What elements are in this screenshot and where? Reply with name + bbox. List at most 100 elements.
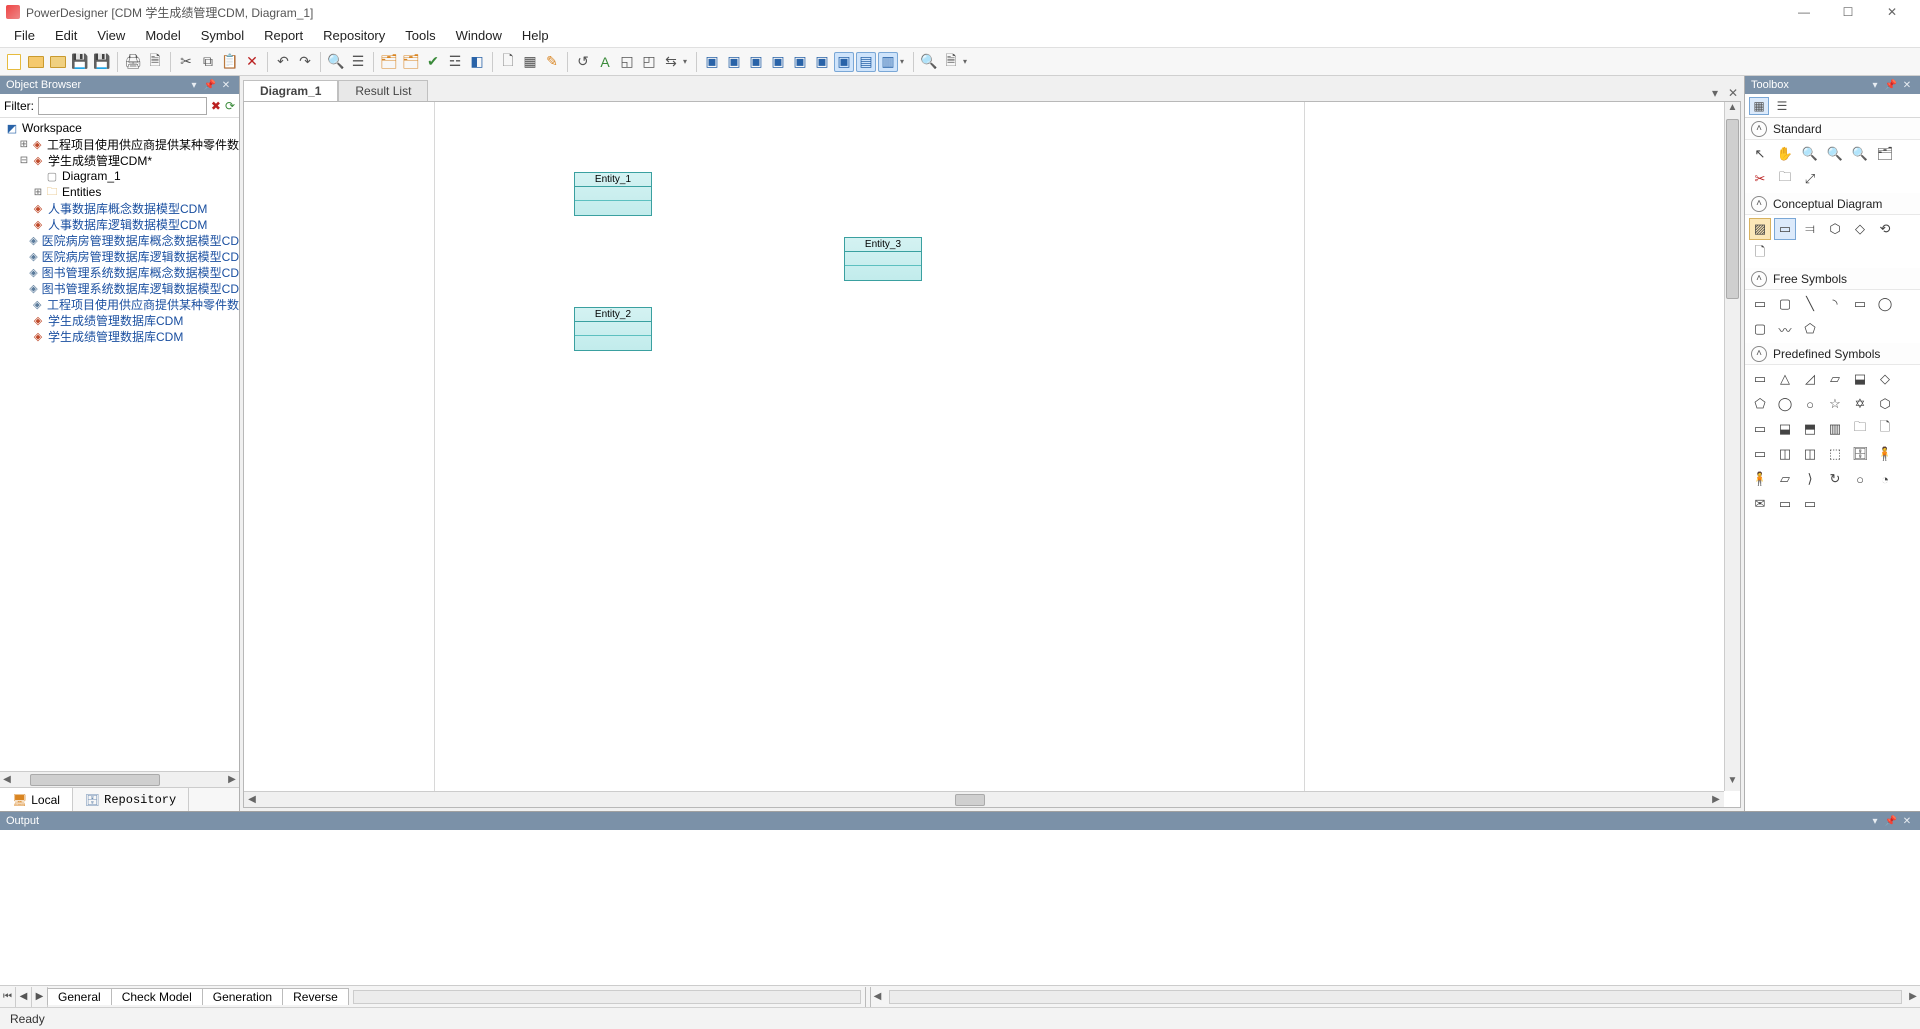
folder1-icon[interactable]: 🗂	[379, 52, 399, 72]
shape13-icon[interactable]: ▭	[1749, 418, 1771, 440]
section-conceptual-header[interactable]: ˄ Conceptual Diagram	[1745, 193, 1920, 215]
shape5-icon[interactable]: ⬓	[1849, 368, 1871, 390]
output-body[interactable]	[0, 830, 1920, 985]
first-tab-icon[interactable]: ⏮	[0, 987, 16, 1007]
list-icon[interactable]: ☲	[445, 52, 465, 72]
shape12-icon[interactable]: ⬡	[1874, 393, 1896, 415]
shape2-icon[interactable]: △	[1774, 368, 1796, 390]
to-front-icon[interactable]: ◰	[639, 52, 659, 72]
tree-item[interactable]: ▢Diagram_1	[0, 168, 239, 184]
panel-pin-icon[interactable]: 📌	[203, 78, 217, 92]
filter-clear-icon[interactable]: ✖	[211, 99, 221, 113]
rotate-icon[interactable]: ↺	[573, 52, 593, 72]
cut-icon[interactable]: ✂	[176, 52, 196, 72]
undo-icon[interactable]: ↶	[273, 52, 293, 72]
layout6-icon[interactable]: ▣	[812, 52, 832, 72]
tree[interactable]: ◩ Workspace ⊞◈工程项目使用供应商提供某种零件数⊟◈学生成绩管理CD…	[0, 118, 239, 771]
panel-close-icon[interactable]: ✕	[1900, 814, 1914, 828]
props-icon[interactable]: ☰	[348, 52, 368, 72]
mode-list-icon[interactable]: ☰	[1772, 97, 1792, 115]
shape11-icon[interactable]: ✡	[1849, 393, 1871, 415]
shape4-icon[interactable]: ▱	[1824, 368, 1846, 390]
folder2-icon[interactable]: 🗂	[401, 52, 421, 72]
tab-local[interactable]: 🖥 Local	[0, 788, 73, 811]
menu-file[interactable]: File	[4, 26, 45, 45]
file-tool-icon[interactable]: 🗋	[1749, 243, 1771, 265]
polyline-tool-icon[interactable]: 〰	[1774, 318, 1796, 340]
layout-dropdown[interactable]: ▾	[900, 57, 908, 66]
layout7-icon[interactable]: ▣	[834, 52, 854, 72]
shape7-icon[interactable]: ⬠	[1749, 393, 1771, 415]
prev-tab-icon[interactable]: ◀	[16, 987, 32, 1007]
tree-item[interactable]: ◈工程项目使用供应商提供某种零件数	[0, 296, 239, 312]
panel-close-icon[interactable]: ✕	[219, 78, 233, 92]
menu-edit[interactable]: Edit	[45, 26, 87, 45]
shape16-icon[interactable]: ▥	[1824, 418, 1846, 440]
tree-item[interactable]: ◈医院病房管理数据库逻辑数据模型CD	[0, 248, 239, 264]
new-icon[interactable]	[4, 52, 24, 72]
tree-item[interactable]: ◈图书管理系统数据库概念数据模型CD	[0, 264, 239, 280]
shape25-icon[interactable]: 🧍	[1749, 468, 1771, 490]
package-tool-icon[interactable]: 🗀	[1774, 168, 1796, 190]
zoom-out-tool-icon[interactable]: 🔍	[1824, 143, 1846, 165]
diagram-icon[interactable]: ◧	[467, 52, 487, 72]
entity-tool-icon[interactable]: ▭	[1774, 218, 1796, 240]
rounded-rect-tool-icon[interactable]: ▢	[1749, 318, 1771, 340]
copy-icon[interactable]: ⧉	[198, 52, 218, 72]
redo-icon[interactable]: ↷	[295, 52, 315, 72]
shape10-icon[interactable]: ☆	[1824, 393, 1846, 415]
layout2-icon[interactable]: ▣	[724, 52, 744, 72]
filter-refresh-icon[interactable]: ⟳	[225, 99, 235, 113]
delete-icon[interactable]: ✕	[242, 52, 262, 72]
scroll-up-icon[interactable]: ▲	[1725, 102, 1740, 118]
panel-dropdown-icon[interactable]: ▾	[1868, 78, 1882, 92]
shape15-icon[interactable]: ⬒	[1799, 418, 1821, 440]
scroll-down-icon[interactable]: ▼	[1725, 775, 1740, 791]
menu-window[interactable]: Window	[446, 26, 512, 45]
shape31-icon[interactable]: ✉	[1749, 493, 1771, 515]
tab-result-list[interactable]: Result List	[338, 80, 428, 101]
shape22-icon[interactable]: ⬚	[1824, 443, 1846, 465]
panel-dropdown-icon[interactable]: ▾	[1868, 814, 1882, 828]
doc-new-icon[interactable]: 🗋	[498, 52, 518, 72]
scroll-right-icon[interactable]: ▶	[1708, 794, 1724, 805]
align-dropdown[interactable]: ▾	[683, 57, 691, 66]
ellipse-tool-icon[interactable]: ◯	[1874, 293, 1896, 315]
panel-close-icon[interactable]: ✕	[1900, 78, 1914, 92]
shape27-icon[interactable]: ⟩	[1799, 468, 1821, 490]
scroll-thumb[interactable]	[955, 794, 985, 806]
maximize-button[interactable]: ☐	[1826, 0, 1870, 24]
tree-item[interactable]: ◈医院病房管理数据库概念数据模型CD	[0, 232, 239, 248]
save-icon[interactable]: 💾	[70, 52, 90, 72]
tree-twisty[interactable]: ⊞	[18, 139, 30, 150]
menu-report[interactable]: Report	[254, 26, 313, 45]
tab-list-icon[interactable]: ▾	[1707, 85, 1723, 101]
tree-item[interactable]: ⊞🗀Entities	[0, 184, 239, 200]
output-tab-reverse[interactable]: Reverse	[282, 988, 349, 1005]
shape19-icon[interactable]: ▭	[1749, 443, 1771, 465]
shape26-icon[interactable]: ▱	[1774, 468, 1796, 490]
open-package-tool-icon[interactable]: 🗂	[1874, 143, 1896, 165]
section-standard-header[interactable]: ˄ Standard	[1745, 118, 1920, 140]
associationlink-tool-icon[interactable]: ⟲	[1874, 218, 1896, 240]
package-cd-tool-icon[interactable]: ▨	[1749, 218, 1771, 240]
shape32-icon[interactable]: ▭	[1774, 493, 1796, 515]
relationship-tool-icon[interactable]: ⫤	[1799, 218, 1821, 240]
canvas-hscroll[interactable]: ◀ ▶	[244, 791, 1724, 807]
tree-workspace[interactable]: ◩ Workspace	[0, 120, 239, 136]
zoom-fit-tool-icon[interactable]: 🔍	[1849, 143, 1871, 165]
output-scroll-track2[interactable]	[889, 990, 1902, 1004]
to-back-icon[interactable]: ◱	[617, 52, 637, 72]
layout1-icon[interactable]: ▣	[702, 52, 722, 72]
zoom-dropdown[interactable]: ▾	[963, 57, 971, 66]
tree-twisty[interactable]: ⊞	[32, 187, 44, 198]
align-icon[interactable]: ⇆	[661, 52, 681, 72]
grabber-tool-icon[interactable]: ✋	[1774, 143, 1796, 165]
output-tab-generation[interactable]: Generation	[202, 988, 283, 1005]
minimize-button[interactable]: —	[1782, 0, 1826, 24]
paste-icon[interactable]: 📋	[220, 52, 240, 72]
shape6-icon[interactable]: ◇	[1874, 368, 1896, 390]
zoom-in-tool-icon[interactable]: 🔍	[1799, 143, 1821, 165]
panel-pin-icon[interactable]: 📌	[1884, 78, 1898, 92]
scroll-thumb[interactable]	[30, 774, 160, 786]
